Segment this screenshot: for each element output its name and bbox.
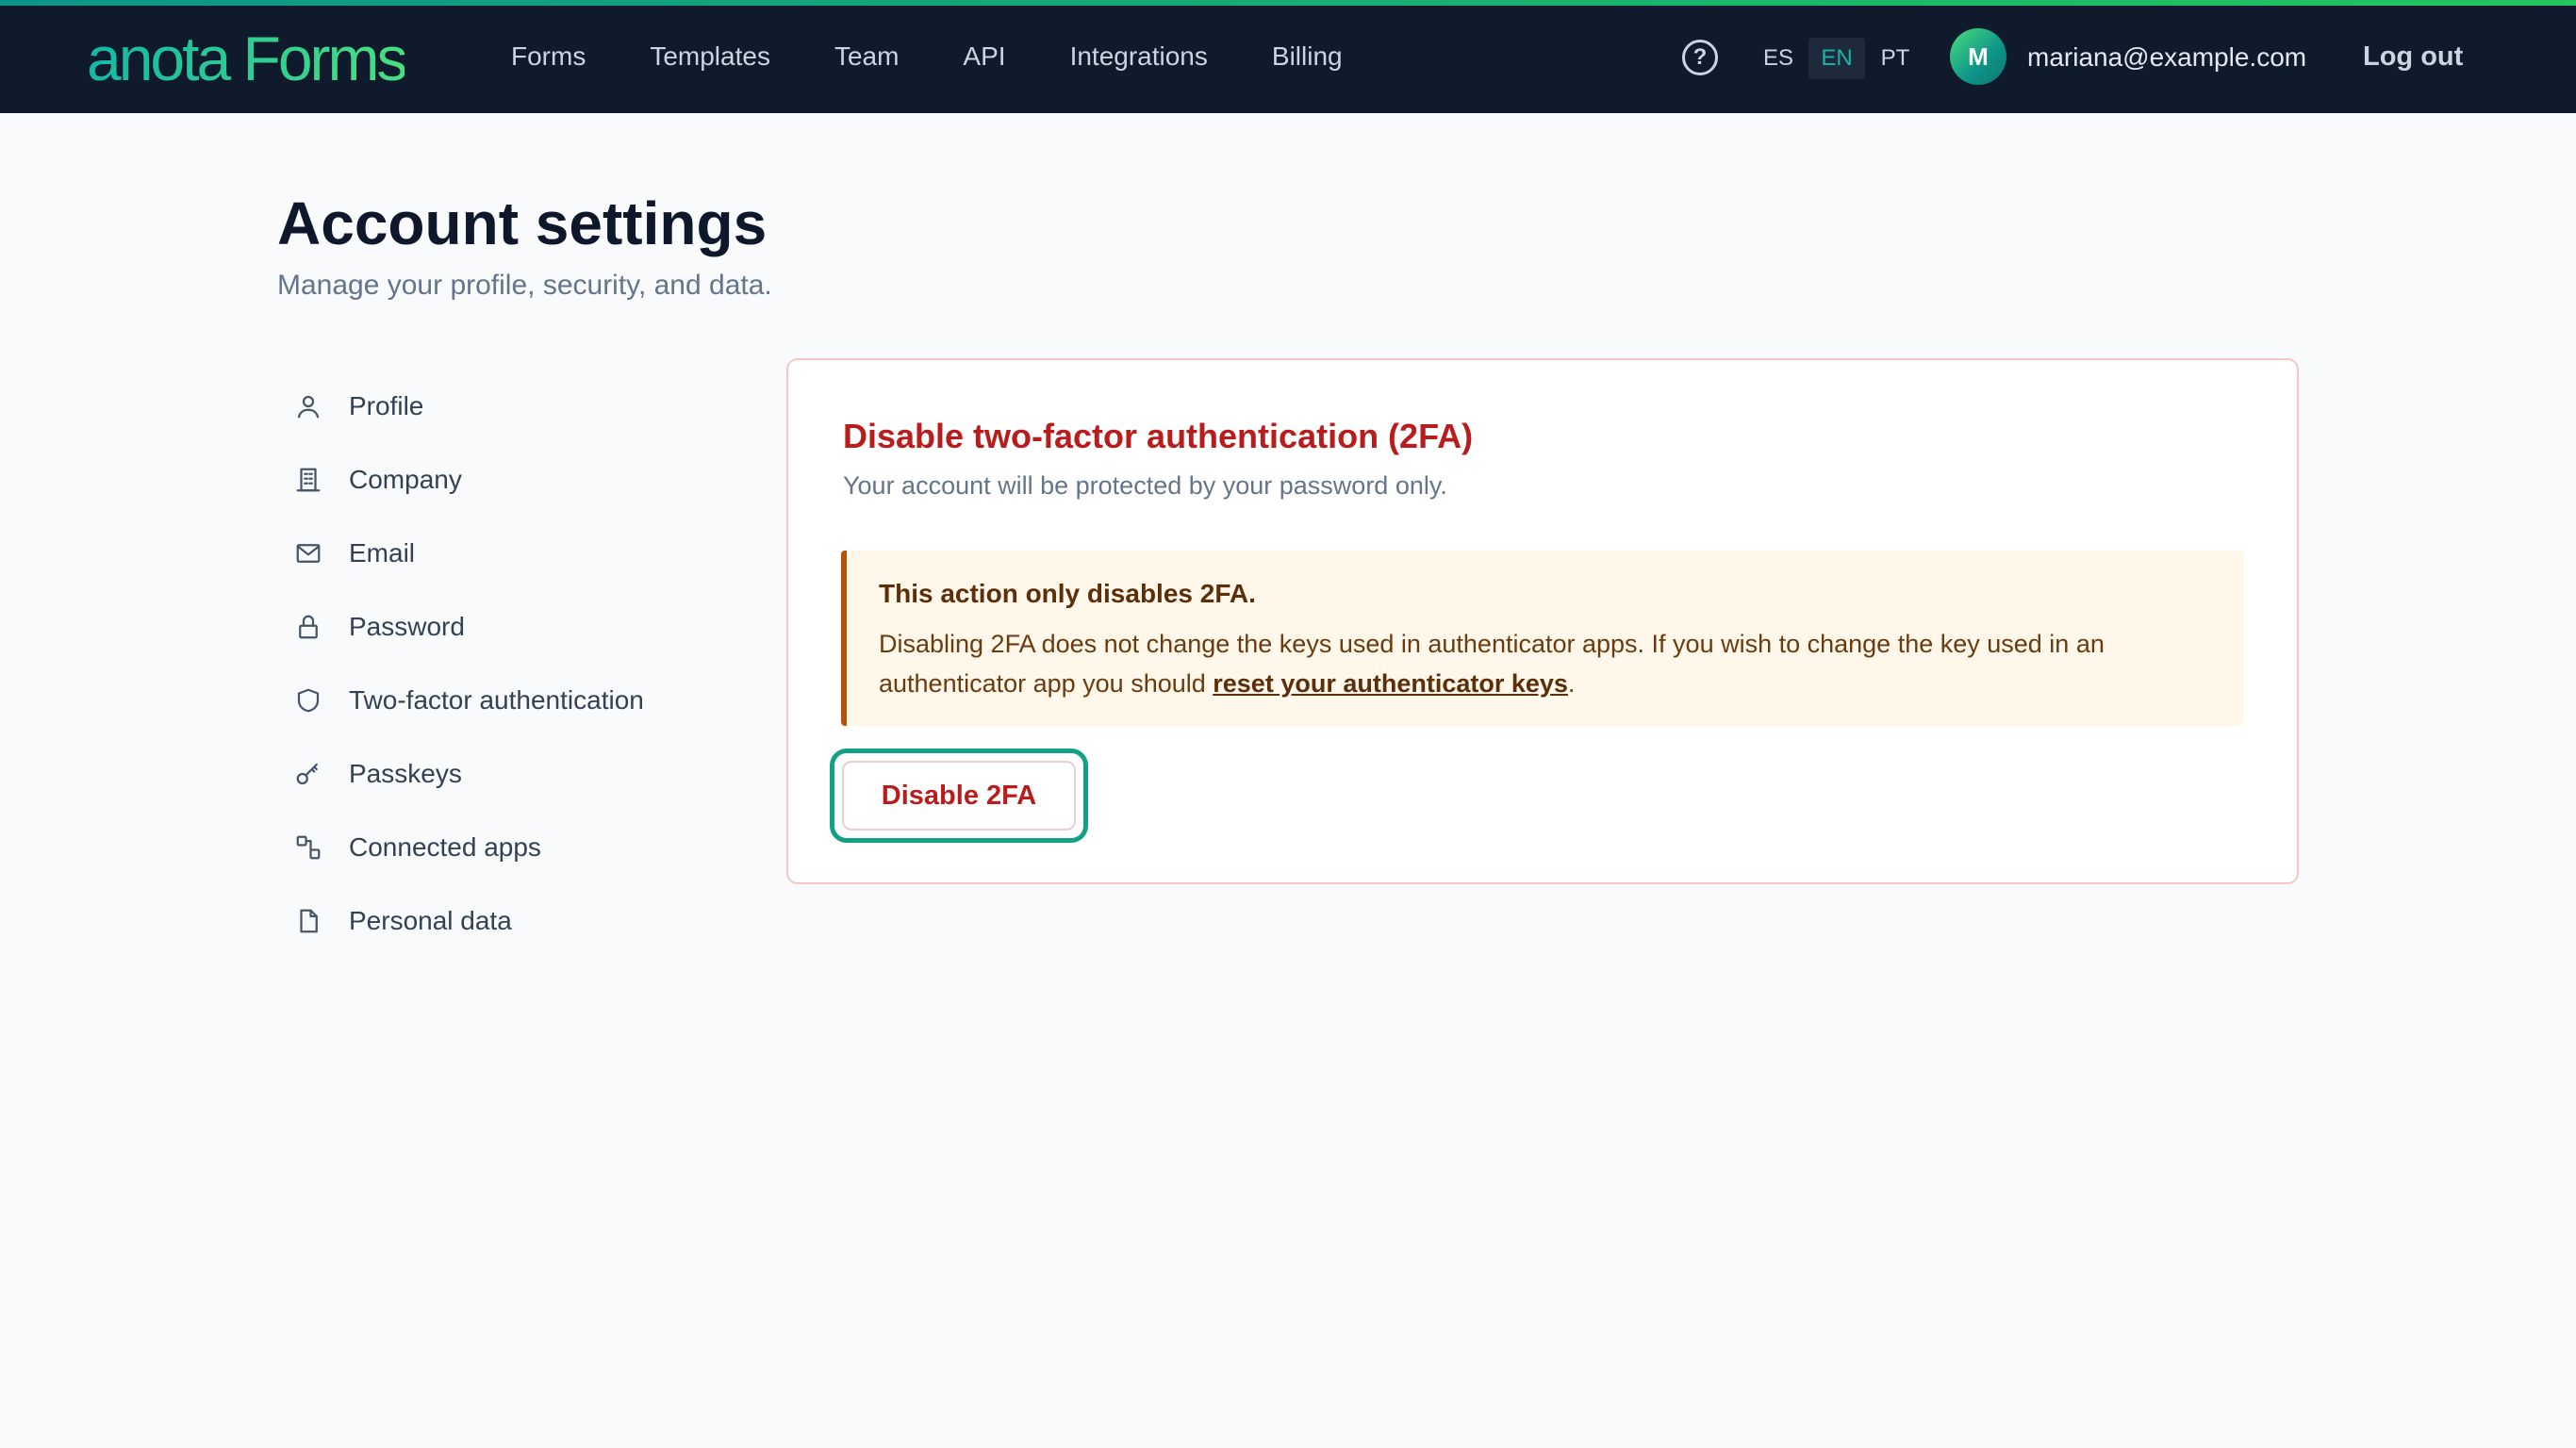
- card-subtitle: Your account will be protected by your p…: [843, 471, 1447, 500]
- sidebar-item-connected-apps[interactable]: Connected apps: [294, 811, 728, 884]
- top-navigation-bar: anota Forms Forms Templates Team API Int…: [0, 0, 2576, 113]
- lock-icon: [294, 613, 336, 641]
- nav-api[interactable]: API: [963, 0, 1005, 113]
- top-accent-line: [0, 0, 2576, 6]
- reset-authenticator-keys-link[interactable]: reset your authenticator keys: [1213, 669, 1568, 698]
- card-title: Disable two-factor authentication (2FA): [843, 417, 1474, 455]
- disable-2fa-button[interactable]: Disable 2FA: [842, 761, 1076, 831]
- disable-2fa-card: Disable two-factor authentication (2FA) …: [786, 358, 2299, 884]
- sidebar-item-label: Two-factor authentication: [349, 685, 644, 715]
- sidebar-item-label: Connected apps: [349, 832, 541, 862]
- language-en[interactable]: EN: [1808, 38, 1865, 79]
- help-circle-icon[interactable]: ?: [1682, 40, 1718, 75]
- language-pt[interactable]: PT: [1867, 38, 1924, 79]
- nav-team[interactable]: Team: [834, 0, 899, 113]
- sidebar-item-personal-data[interactable]: Personal data: [294, 884, 728, 958]
- sidebar-item-passkeys[interactable]: Passkeys: [294, 737, 728, 811]
- sidebar-item-company[interactable]: Company: [294, 443, 728, 517]
- sidebar-item-label: Passkeys: [349, 759, 462, 788]
- nav-forms[interactable]: Forms: [511, 0, 586, 113]
- warning-text-end: .: [1567, 669, 1576, 698]
- nav-templates[interactable]: Templates: [650, 0, 770, 113]
- page-title: Account settings: [277, 189, 768, 257]
- avatar[interactable]: M: [1950, 28, 2006, 85]
- logout-button[interactable]: Log out: [2363, 0, 2463, 113]
- anota-forms-logo[interactable]: anota Forms: [87, 23, 407, 94]
- sidebar-item-password[interactable]: Password: [294, 590, 728, 664]
- warning-body: Disabling 2FA does not change the keys u…: [879, 624, 2218, 703]
- building-icon: [294, 466, 336, 494]
- sidebar-item-label: Profile: [349, 391, 424, 420]
- sidebar-item-label: Email: [349, 538, 416, 568]
- sidebar-item-label: Password: [349, 612, 465, 641]
- sidebar-item-email[interactable]: Email: [294, 517, 728, 590]
- language-es[interactable]: ES: [1750, 38, 1807, 79]
- user-icon: [294, 392, 336, 420]
- nav-billing[interactable]: Billing: [1272, 0, 1343, 113]
- shield-icon: [294, 686, 336, 715]
- settings-sidebar: Profile Company Email Password Two-facto…: [294, 370, 728, 958]
- user-email[interactable]: mariana@example.com: [2027, 0, 2306, 115]
- warning-callout: This action only disables 2FA. Disabling…: [841, 551, 2244, 726]
- document-icon: [294, 907, 336, 935]
- sidebar-item-two-factor[interactable]: Two-factor authentication: [294, 664, 728, 737]
- connection-icon: [294, 833, 336, 862]
- mail-icon: [294, 539, 336, 568]
- sidebar-item-profile[interactable]: Profile: [294, 370, 728, 443]
- key-icon: [294, 760, 336, 788]
- button-focus-ring: Disable 2FA: [830, 749, 1088, 843]
- warning-title: This action only disables 2FA.: [879, 579, 1256, 608]
- page-subtitle: Manage your profile, security, and data.: [277, 270, 772, 301]
- main-nav: Forms Templates Team API Integrations Bi…: [511, 0, 1407, 113]
- nav-integrations[interactable]: Integrations: [1070, 0, 1208, 113]
- sidebar-item-label: Company: [349, 465, 462, 494]
- sidebar-item-label: Personal data: [349, 906, 512, 935]
